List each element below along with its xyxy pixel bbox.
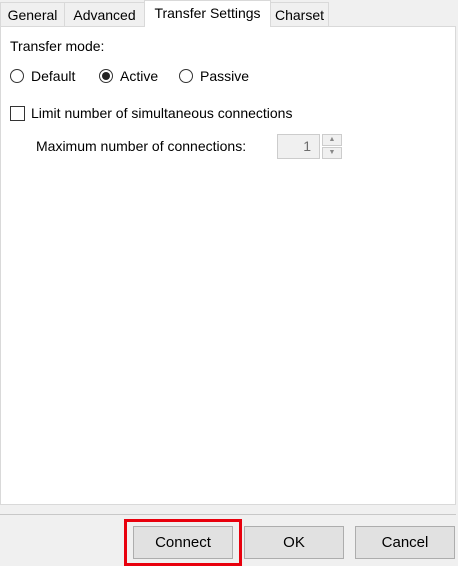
max-connections-input[interactable]: 1 [277, 134, 320, 159]
radio-default[interactable] [10, 69, 24, 83]
transfer-mode-label: Transfer mode: [10, 38, 105, 54]
ok-button[interactable]: OK [244, 526, 344, 559]
radio-active-label[interactable]: Active [120, 68, 158, 84]
radio-active[interactable] [99, 69, 113, 83]
tab-general[interactable]: General [0, 2, 65, 26]
tab-advanced[interactable]: Advanced [64, 2, 145, 26]
spin-up-icon[interactable]: ▲ [322, 134, 342, 146]
limit-connections-checkbox[interactable] [10, 106, 25, 121]
tab-charset[interactable]: Charset [270, 2, 329, 26]
cancel-button[interactable]: Cancel [355, 526, 455, 559]
spin-down-icon[interactable]: ▼ [322, 147, 342, 159]
divider [0, 514, 456, 515]
limit-connections-label[interactable]: Limit number of simultaneous connections [31, 105, 292, 121]
radio-passive[interactable] [179, 69, 193, 83]
tab-panel [0, 26, 456, 505]
highlight-box [124, 519, 242, 566]
radio-passive-label[interactable]: Passive [200, 68, 249, 84]
radio-default-label[interactable]: Default [31, 68, 75, 84]
max-connections-label: Maximum number of connections: [36, 138, 247, 154]
tab-transfer-settings[interactable]: Transfer Settings [144, 0, 271, 27]
